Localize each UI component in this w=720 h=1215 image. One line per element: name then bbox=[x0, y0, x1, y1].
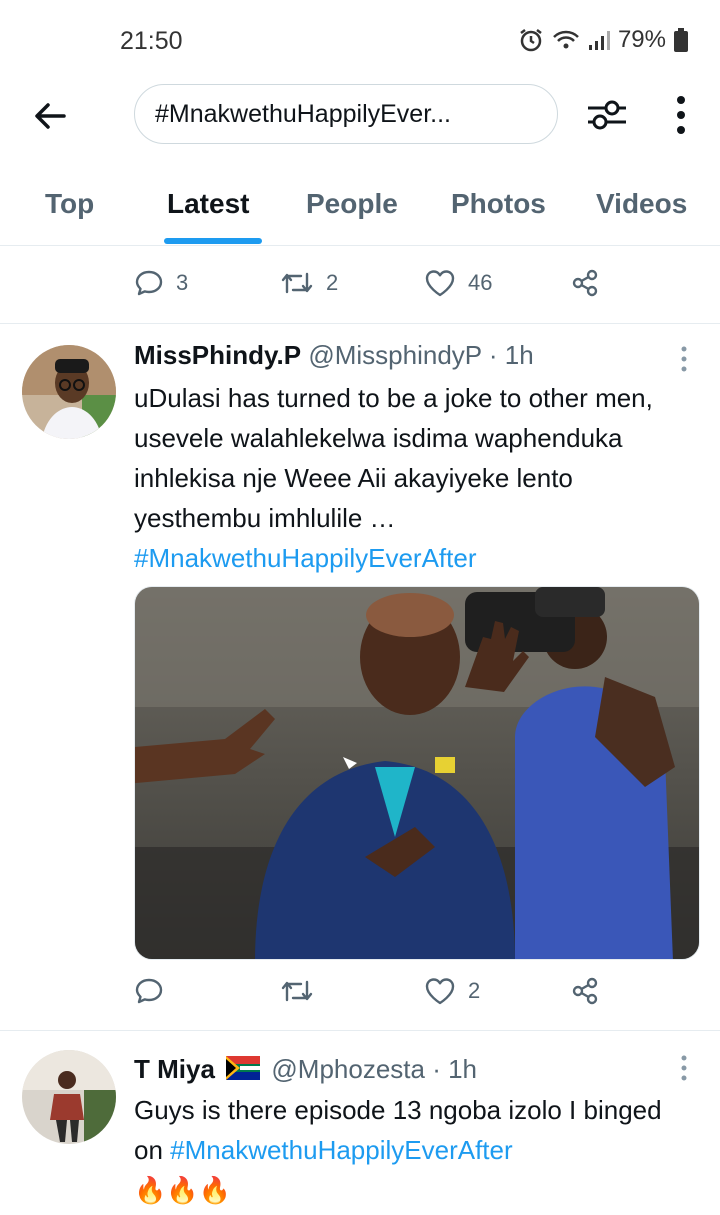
battery-text: 79% bbox=[617, 26, 666, 53]
battery-icon bbox=[674, 28, 688, 52]
fire-emoji: 🔥🔥🔥 bbox=[134, 1175, 232, 1205]
tab-videos[interactable]: Videos bbox=[596, 188, 687, 220]
tweet-header: T Miya @Mphozesta · 1h bbox=[134, 1054, 477, 1087]
status-time: 21:50 bbox=[120, 27, 183, 55]
avatar[interactable] bbox=[22, 1050, 116, 1144]
tweet-actions: 2 bbox=[134, 976, 614, 1016]
sliders-icon bbox=[588, 100, 626, 130]
hashtag-link[interactable]: #MnakwethuHappilyEverAfter bbox=[134, 543, 477, 573]
reply-icon bbox=[135, 270, 163, 296]
search-filter-button[interactable] bbox=[584, 92, 630, 138]
heart-icon bbox=[425, 270, 455, 297]
reply-count: 3 bbox=[176, 270, 189, 295]
share-icon bbox=[572, 269, 598, 297]
tweet-body: uDulasi has turned to be a joke to other… bbox=[134, 383, 653, 533]
tweet-menu-button[interactable] bbox=[676, 1054, 692, 1082]
arrow-left-icon bbox=[35, 103, 66, 129]
search-query: #MnakwethuHappilyEver... bbox=[155, 99, 451, 128]
search-input[interactable]: #MnakwethuHappilyEver... bbox=[134, 84, 558, 144]
alarm-icon bbox=[518, 27, 544, 53]
previous-tweet-actions: 3 2 46 bbox=[134, 268, 614, 308]
search-header: #MnakwethuHappilyEver... bbox=[0, 82, 720, 146]
reply-button[interactable] bbox=[134, 976, 176, 1006]
heart-icon bbox=[425, 978, 455, 1005]
tab-top[interactable]: Top bbox=[45, 188, 94, 220]
retweet-icon bbox=[281, 980, 313, 1002]
tweet-text: uDulasi has turned to be a joke to other… bbox=[134, 378, 694, 578]
tweet-text: Guys is there episode 13 ngoba izolo I b… bbox=[134, 1090, 694, 1210]
retweet-count: 2 bbox=[326, 270, 339, 295]
user-handle[interactable]: @MissphindyP bbox=[308, 340, 481, 370]
user-handle[interactable]: @Mphozesta bbox=[271, 1054, 425, 1084]
tweet-time: · 1h bbox=[432, 1054, 478, 1084]
more-vertical-icon bbox=[681, 1055, 687, 1081]
signal-icon bbox=[588, 29, 610, 51]
retweet-button[interactable]: 2 bbox=[280, 268, 338, 298]
like-button[interactable]: 2 bbox=[424, 976, 480, 1006]
tab-photos[interactable]: Photos bbox=[451, 188, 546, 220]
tab-people[interactable]: People bbox=[306, 188, 398, 220]
back-button[interactable] bbox=[28, 94, 72, 138]
like-count: 46 bbox=[468, 270, 493, 295]
status-bar: 21:50 79% bbox=[0, 0, 720, 80]
share-icon bbox=[572, 977, 598, 1005]
more-vertical-icon bbox=[677, 96, 685, 134]
avatar[interactable] bbox=[22, 345, 116, 439]
tweet-divider bbox=[0, 1030, 720, 1031]
tweet-menu-button[interactable] bbox=[676, 345, 692, 373]
display-name[interactable]: T Miya bbox=[134, 1054, 215, 1084]
retweet-button[interactable] bbox=[280, 976, 326, 1006]
status-icons: 79% bbox=[518, 26, 688, 54]
like-count: 2 bbox=[468, 978, 481, 1003]
more-options-button[interactable] bbox=[668, 92, 694, 138]
tab-latest[interactable]: Latest bbox=[167, 188, 249, 220]
more-vertical-icon bbox=[681, 346, 687, 372]
tweet-time: · 1h bbox=[488, 340, 534, 370]
reply-button[interactable]: 3 bbox=[134, 268, 188, 298]
share-button[interactable] bbox=[570, 268, 600, 298]
active-tab-indicator bbox=[164, 238, 262, 244]
tweet-header: MissPhindy.P @MissphindyP · 1h bbox=[134, 340, 534, 371]
hashtag-link[interactable]: #MnakwethuHappilyEverAfter bbox=[170, 1135, 513, 1165]
wifi-icon bbox=[552, 28, 580, 52]
share-button[interactable] bbox=[570, 976, 600, 1006]
reply-icon bbox=[135, 978, 163, 1004]
search-tabs: Top Latest People Photos Videos bbox=[0, 182, 720, 246]
like-button[interactable]: 46 bbox=[424, 268, 492, 298]
retweet-icon bbox=[281, 272, 313, 294]
south-africa-flag-icon bbox=[226, 1055, 261, 1087]
display-name[interactable]: MissPhindy.P bbox=[134, 340, 301, 370]
tweet-media-image[interactable] bbox=[134, 586, 700, 960]
tweet-divider bbox=[0, 323, 720, 324]
